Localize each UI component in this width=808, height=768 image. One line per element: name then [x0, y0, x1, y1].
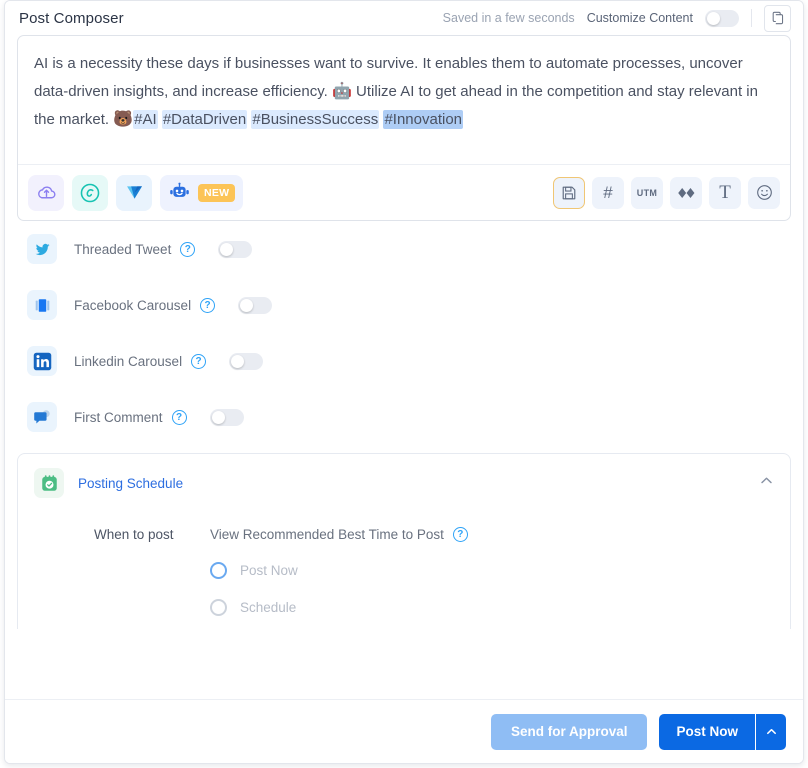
page-title: Post Composer: [19, 9, 124, 27]
hashtag-icon: #: [603, 182, 613, 202]
emoji-button[interactable]: [748, 176, 780, 209]
toggle-knob: [231, 354, 245, 368]
header-divider: [751, 9, 752, 27]
hashtag-chip[interactable]: #AI: [133, 110, 158, 129]
option-label: Linkedin Carousel: [74, 353, 183, 369]
customize-content-label: Customize Content: [586, 11, 693, 25]
editor-toolbar-left: NEW: [28, 174, 244, 211]
copy-icon: [772, 11, 783, 25]
first-comment-icon-tile: [27, 402, 57, 432]
facebook-carousel-icon: [35, 298, 49, 312]
help-icon[interactable]: ?: [191, 353, 207, 369]
vistacreate-icon: [126, 186, 142, 199]
chevron-up-icon: [766, 728, 776, 735]
send-for-approval-button[interactable]: Send for Approval: [490, 713, 648, 750]
help-icon[interactable]: ?: [171, 409, 187, 425]
header-actions: Saved in a few seconds Customize Content: [442, 4, 791, 32]
radio-button[interactable]: [210, 599, 227, 616]
when-to-post-label: When to post: [94, 527, 174, 542]
toggle-track[interactable]: [209, 408, 244, 426]
twitter-icon: [34, 243, 50, 255]
toggle-track[interactable]: [229, 352, 264, 370]
new-badge: NEW: [198, 183, 236, 202]
posting-schedule-section: Posting Schedule When to post View Recom…: [17, 453, 791, 629]
link-shortener-button[interactable]: [670, 176, 702, 209]
threaded-tweet-toggle[interactable]: [218, 240, 253, 258]
option-label: First Comment: [74, 409, 163, 425]
ai-assistant-button[interactable]: NEW: [160, 174, 244, 211]
first-comment-toggle[interactable]: [209, 408, 244, 426]
option-row-first-comment: First Comment ?: [17, 389, 791, 445]
post-editor-card: AI is a necessity these days if business…: [17, 35, 791, 221]
first-comment-icon: [33, 409, 50, 424]
toggle-knob: [240, 298, 254, 312]
option-label: Facebook Carousel: [74, 297, 192, 313]
facebook-carousel-toggle[interactable]: [238, 296, 273, 314]
radio-button[interactable]: [210, 562, 227, 579]
twitter-icon-tile: [27, 234, 57, 264]
copy-button[interactable]: [764, 4, 791, 32]
hashtag-chip[interactable]: #DataDriven: [161, 110, 248, 129]
save-draft-icon: [562, 186, 576, 199]
vistacreate-button[interactable]: [116, 174, 152, 211]
radio-label: Schedule: [240, 600, 297, 615]
toggle-knob: [707, 11, 720, 25]
post-now-button[interactable]: Post Now: [659, 713, 755, 750]
toggle-track[interactable]: [238, 296, 273, 314]
toggle-knob: [220, 242, 234, 256]
help-icon[interactable]: ?: [452, 527, 468, 542]
canva-button[interactable]: [72, 174, 108, 211]
post-now-dropdown-button[interactable]: [755, 713, 786, 750]
text-format-icon: T: [719, 181, 731, 203]
emoji-icon: [756, 185, 772, 200]
option-row-threaded-tweet: Threaded Tweet ?: [17, 221, 791, 277]
linkedin-icon-tile: [27, 346, 57, 376]
option-row-facebook-carousel: Facebook Carousel ?: [17, 277, 791, 333]
linkedin-carousel-toggle[interactable]: [229, 352, 264, 370]
facebook-carousel-icon-tile: [27, 290, 57, 320]
calendar-check-icon: [41, 474, 57, 491]
option-label: Threaded Tweet: [74, 241, 172, 257]
cloud-upload-button[interactable]: [28, 174, 64, 211]
editor-toolbar-right: # UTM T: [553, 176, 780, 209]
composer-body: AI is a necessity these days if business…: [5, 35, 803, 629]
chevron-up-icon[interactable]: [759, 473, 774, 493]
bear-emoji: 🐻: [113, 111, 134, 128]
text-format-button[interactable]: T: [709, 176, 741, 209]
radio-label: Post Now: [240, 563, 298, 578]
utm-icon: UTM: [636, 187, 658, 198]
editor-toolbar: NEW # UTM T: [18, 164, 790, 220]
toggle-track[interactable]: [218, 240, 253, 258]
composer-header: Post Composer Saved in a few seconds Cus…: [5, 1, 803, 35]
radio-schedule[interactable]: Schedule: [34, 599, 774, 616]
post-composer-window: Post Composer Saved in a few seconds Cus…: [4, 0, 804, 764]
toggle-knob: [211, 410, 225, 424]
hashtag-chip-selected[interactable]: #Innovation: [383, 110, 464, 129]
linkedin-icon: [33, 352, 51, 370]
radio-post-now[interactable]: Post Now: [34, 562, 774, 579]
canva-icon: [80, 183, 100, 202]
customize-content-toggle[interactable]: [705, 9, 739, 27]
post-text-area[interactable]: AI is a necessity these days if business…: [18, 36, 790, 164]
best-time-link[interactable]: View Recommended Best Time to Post: [210, 527, 444, 542]
option-row-linkedin-carousel: Linkedin Carousel ?: [17, 333, 791, 389]
hashtag-button[interactable]: #: [592, 176, 624, 209]
help-icon[interactable]: ?: [180, 241, 196, 257]
help-icon[interactable]: ?: [200, 297, 216, 313]
robot-emoji: 🤖: [331, 83, 352, 100]
cloud-upload-icon: [37, 186, 55, 199]
posting-schedule-header[interactable]: Posting Schedule: [34, 468, 774, 498]
link-shortener-icon: [677, 187, 694, 198]
save-draft-button[interactable]: [553, 176, 585, 209]
post-now-button-group: Post Now: [659, 713, 786, 750]
when-to-post-row: When to post View Recommended Best Time …: [34, 527, 774, 542]
composer-footer: Send for Approval Post Now: [5, 699, 803, 763]
utm-button[interactable]: UTM: [631, 176, 663, 209]
hashtag-chip[interactable]: #BusinessSuccess: [251, 110, 380, 129]
calendar-check-icon-tile: [34, 468, 64, 498]
ai-robot-icon: [170, 182, 189, 197]
saved-status: Saved in a few seconds: [442, 11, 575, 25]
posting-schedule-title: Posting Schedule: [78, 475, 184, 491]
